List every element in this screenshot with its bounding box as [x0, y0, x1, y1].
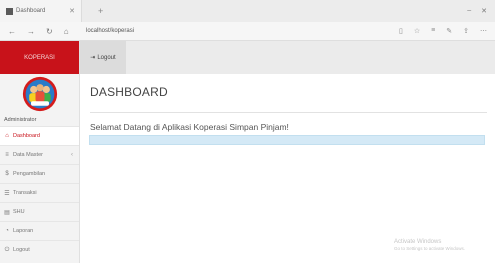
address-bar: ← → ↻ ⌂ localhost/koperasi ▯ ☆ ≡ ✎ ⇪ ⋯ [0, 22, 495, 41]
sidebar-item-pengambilan[interactable]: $ Pengambilan [0, 164, 79, 183]
browser-window: Dashboard ✕ + – ✕ ← → ↻ ⌂ localhost/kope… [0, 0, 495, 263]
sidebar-item-label: Logout [13, 247, 30, 253]
notes-icon[interactable]: ✎ [446, 27, 452, 35]
power-icon: ⏻ [4, 246, 10, 253]
watermark-subtitle: Go to Settings to activate Windows. [394, 246, 466, 251]
logout-button[interactable]: ⇥ Logout [80, 41, 126, 74]
logout-label: Logout [97, 54, 116, 61]
favicon-icon [6, 7, 13, 15]
sidebar-item-dashboard[interactable]: ⌂ Dashboard [0, 126, 79, 145]
welcome-alert [89, 135, 485, 145]
favorites-list-icon[interactable]: ≡ [431, 27, 435, 35]
more-icon[interactable]: ⋯ [480, 27, 487, 35]
share-icon[interactable]: ⇪ [463, 27, 469, 35]
home-icon: ⌂ [5, 133, 9, 139]
sidebar-item-label: SHU [13, 209, 25, 215]
top-bar: ⇥ Logout [80, 41, 495, 74]
new-tab-icon[interactable]: + [98, 6, 103, 16]
window-controls: – ✕ [467, 7, 495, 15]
welcome-text: Selamat Datang di Aplikasi Koperasi Simp… [90, 122, 289, 132]
sidebar-item-label: Dashboard [13, 133, 40, 139]
sidebar-item-transaksi[interactable]: ☰ Transaksi [0, 183, 79, 202]
close-tab-icon[interactable]: ✕ [69, 7, 75, 15]
reading-view-icon[interactable]: ▯ [399, 27, 403, 35]
user-avatar-icon [22, 76, 57, 112]
user-role: Administrator [4, 117, 37, 123]
close-window-icon[interactable]: ✕ [481, 7, 487, 15]
sidebar-item-label: Data Master [13, 152, 43, 158]
sidebar-item-shu[interactable]: ▤ SHU [0, 202, 79, 221]
nav-buttons: ← → ↻ ⌂ [0, 27, 82, 36]
brand-label: KOPERASI [24, 54, 55, 61]
money-icon: $ [5, 171, 9, 177]
tab-title: Dashboard [16, 8, 46, 14]
sidebar-item-label: Laporan [13, 228, 34, 234]
minimize-icon[interactable]: – [467, 7, 471, 15]
brand-header[interactable]: KOPERASI [0, 41, 79, 74]
chevron-icon: ‹ [71, 152, 73, 158]
watermark-title: Activate Windows [394, 239, 442, 245]
sidebar-item-logout[interactable]: ⏻ Logout [0, 240, 79, 259]
sidebar: KOPERASI Administrator ⌂ Dashboard ≡ Dat… [0, 41, 80, 263]
address-bar-icons: ▯ ☆ ≡ ✎ ⇪ ⋯ [399, 27, 495, 35]
tab-strip: Dashboard ✕ + – ✕ [0, 0, 495, 22]
back-icon[interactable]: ← [8, 27, 16, 36]
sidebar-item-laporan[interactable]: ◔ Laporan [0, 221, 79, 240]
report-icon: ◔ [5, 228, 9, 234]
main-content: DASHBOARD Selamat Datang di Aplikasi Kop… [80, 74, 495, 263]
url-field[interactable]: localhost/koperasi [82, 28, 399, 34]
home-icon[interactable]: ⌂ [64, 27, 69, 36]
page-title: DASHBOARD [90, 85, 168, 99]
avatar-container [0, 74, 79, 114]
favorite-star-icon[interactable]: ☆ [414, 27, 420, 35]
activation-watermark: Activate Windows Go to Settings to activ… [394, 239, 465, 251]
refresh-icon[interactable]: ↻ [46, 27, 53, 36]
chart-icon: ▤ [4, 209, 10, 216]
browser-tab[interactable]: Dashboard ✕ [0, 0, 82, 22]
title-divider [90, 112, 487, 113]
sidebar-item-label: Pengambilan [13, 171, 46, 177]
sidebar-item-label: Transaksi [13, 190, 37, 196]
logout-icon: ⇥ [90, 55, 96, 61]
list-icon: ☰ [4, 190, 10, 197]
sidebar-item-data-master[interactable]: ≡ Data Master ‹ [0, 145, 79, 164]
forward-icon[interactable]: → [27, 27, 35, 36]
database-icon: ≡ [5, 152, 9, 158]
